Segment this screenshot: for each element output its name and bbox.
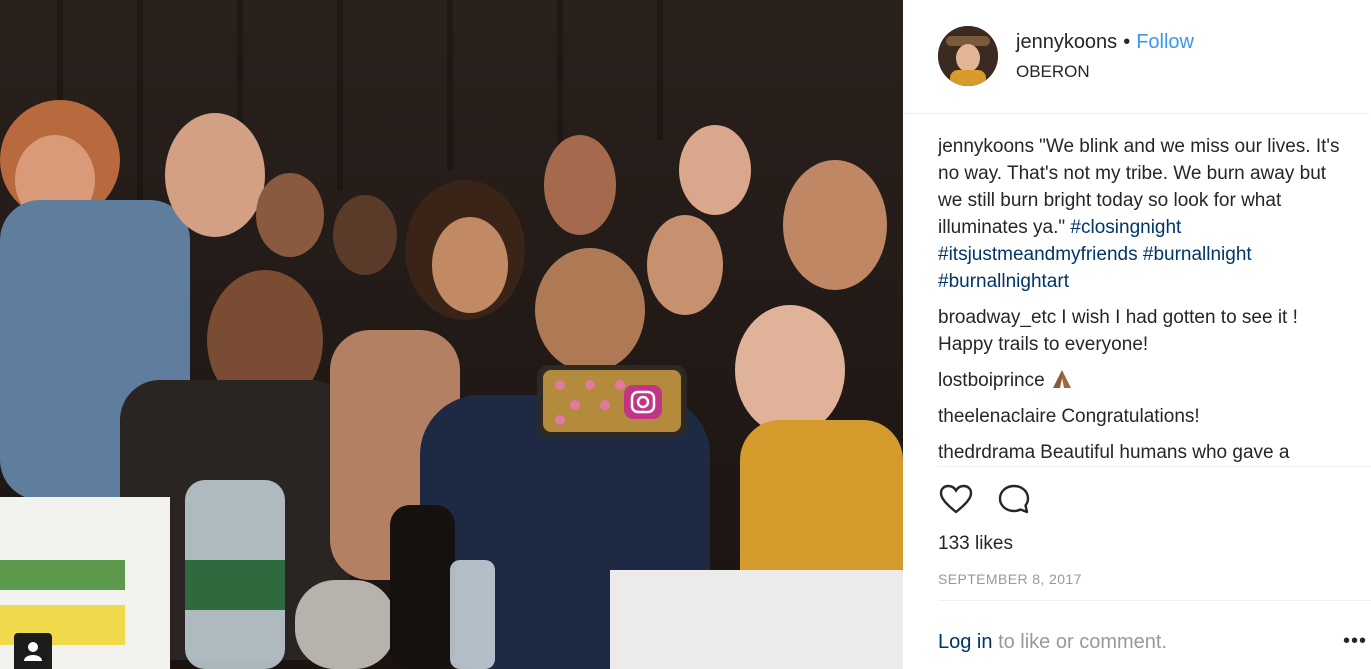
comment-username[interactable]: theelenaclaire — [938, 406, 1056, 427]
header-username[interactable]: jennykoons — [1016, 31, 1117, 53]
comment-username[interactable]: broadway_etc — [938, 307, 1056, 328]
comment-username[interactable]: lostboiprince — [938, 370, 1045, 391]
comment-item: theelenaclaire Congratulations! — [938, 403, 1343, 430]
hashtag-link[interactable]: #itsjustmeandmyfriends — [938, 244, 1138, 265]
heart-icon — [939, 484, 973, 514]
person-icon — [24, 642, 42, 661]
hashtag-link[interactable]: #burnallnightart — [938, 271, 1069, 292]
header-username-row: jennykoons • Follow — [1016, 31, 1194, 54]
comment-item: thedrdrama Beautiful humans who gave a — [938, 439, 1343, 466]
hashtag-link[interactable]: #burnallnight — [1143, 244, 1252, 265]
photo-image — [0, 0, 903, 669]
post-details-panel: jennykoons • Follow OBERON jennykoons "We b… — [903, 0, 1371, 669]
like-button[interactable] — [938, 481, 974, 517]
more-options-button[interactable]: ••• — [1343, 630, 1367, 653]
comment-button[interactable] — [996, 481, 1032, 517]
comment-text: Beautiful humans who gave a — [1040, 442, 1290, 463]
avatar-image — [938, 26, 998, 86]
comment-username[interactable]: jennykoons — [938, 136, 1034, 157]
divider — [938, 466, 1371, 467]
hashtag-link[interactable]: #closingnight — [1070, 217, 1181, 238]
separator-dot: • — [1123, 31, 1131, 53]
follow-button[interactable]: Follow — [1136, 31, 1194, 53]
user-tag-button[interactable] — [14, 633, 52, 669]
login-link[interactable]: Log in — [938, 631, 993, 653]
post-header: jennykoons • Follow OBERON — [903, 0, 1369, 114]
comment-bubble-icon — [998, 484, 1030, 514]
comment-text: Congratulations! — [1061, 406, 1200, 427]
comment-item: lostboiprince — [938, 367, 1343, 394]
avatar[interactable] — [938, 26, 998, 86]
comment-username[interactable]: thedrdrama — [938, 442, 1035, 463]
praying-hands-emoji — [1052, 370, 1071, 388]
comment-item: broadway_etc I wish I had gotten to see i… — [938, 304, 1343, 358]
location-link[interactable]: OBERON — [1016, 62, 1090, 82]
login-prompt-text: to like or comment. — [998, 631, 1168, 653]
post-date[interactable]: SEPTEMBER 8, 2017 — [938, 571, 1082, 587]
post-photo[interactable] — [0, 0, 903, 669]
likes-count[interactable]: 133 likes — [938, 533, 1013, 555]
caption-comment: jennykoons "We blink and we miss our live… — [938, 133, 1343, 295]
divider — [938, 600, 1371, 601]
action-bar — [938, 481, 1032, 517]
comments-list[interactable]: jennykoons "We blink and we miss our live… — [938, 133, 1343, 466]
login-prompt: Log in to like or comment. — [938, 631, 1167, 654]
